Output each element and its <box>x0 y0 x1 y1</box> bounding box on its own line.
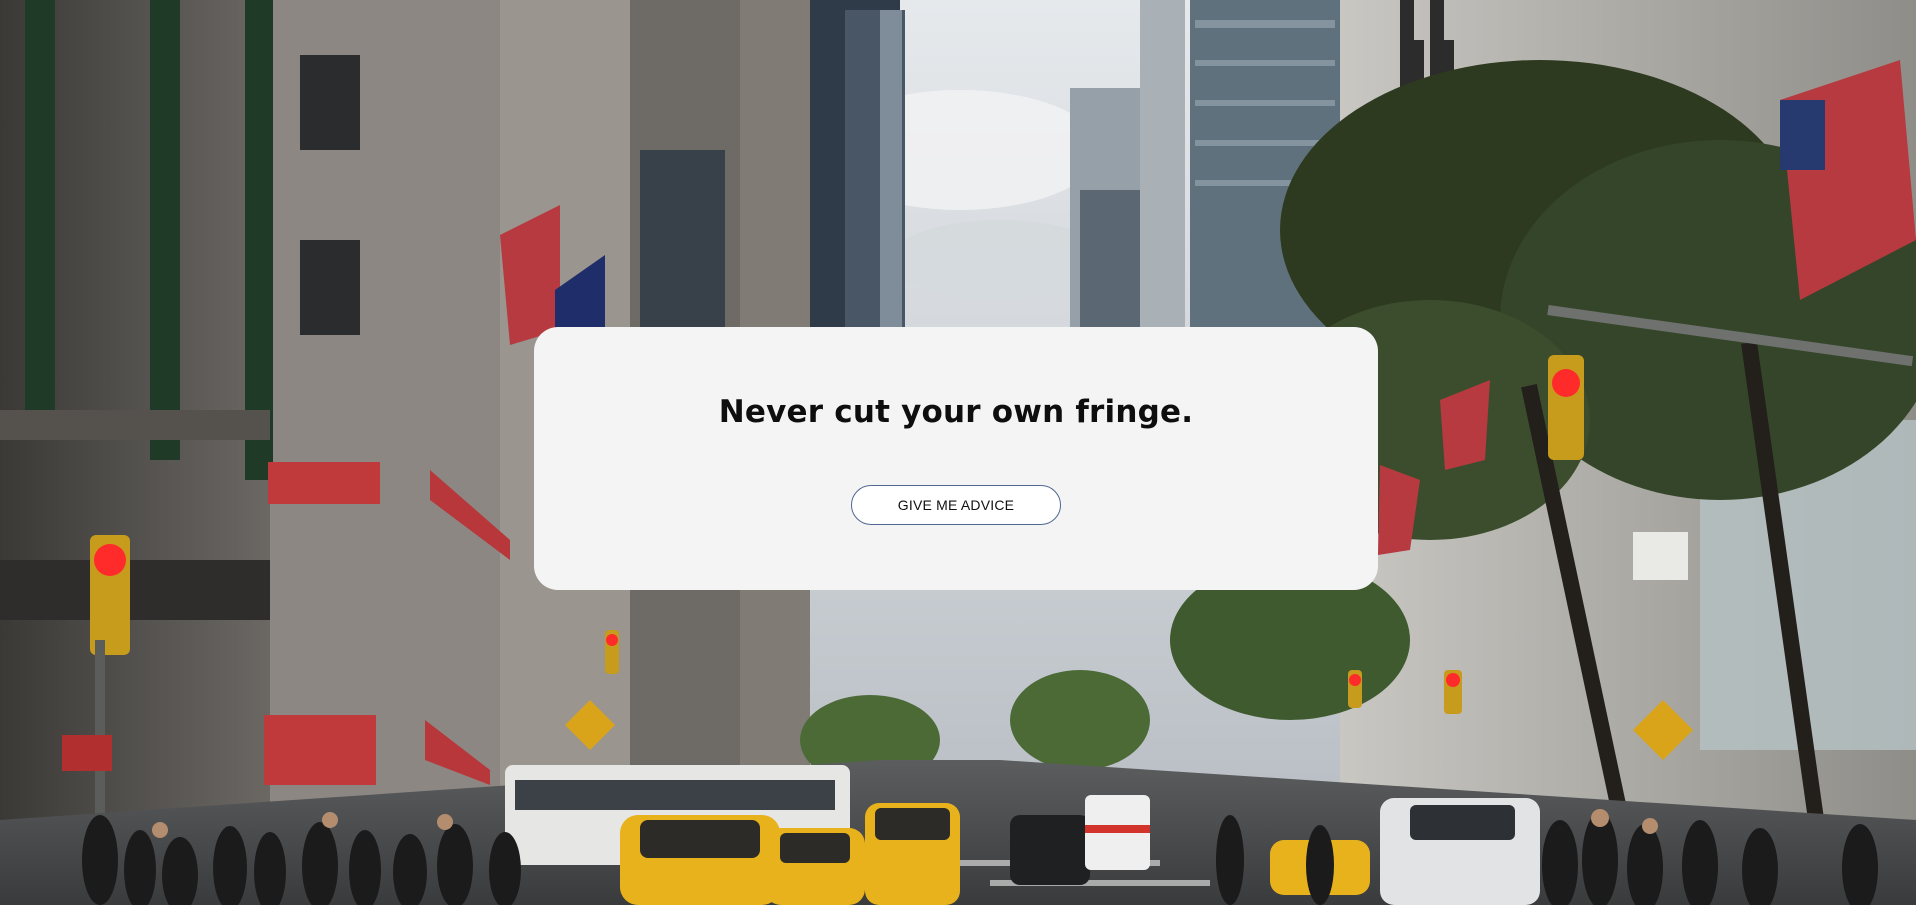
app-root: Never cut your own fringe. GIVE ME ADVIC… <box>0 0 1916 905</box>
advice-card: Never cut your own fringe. GIVE ME ADVIC… <box>534 327 1378 590</box>
advice-text: Never cut your own fringe. <box>718 394 1194 430</box>
give-me-advice-button[interactable]: GIVE ME ADVICE <box>851 485 1061 525</box>
